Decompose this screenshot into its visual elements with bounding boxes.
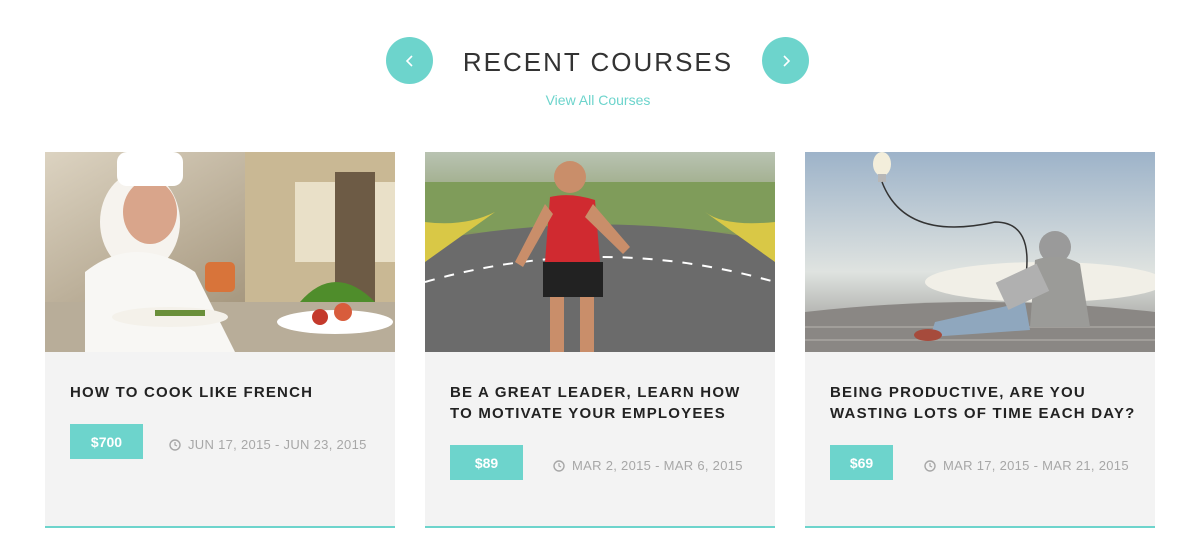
chevron-right-icon [782, 54, 790, 67]
course-card[interactable]: HOW TO COOK LIKE FRENCH $700 JUN 17, 201… [45, 152, 395, 528]
clock-icon [169, 438, 181, 451]
date-range-text: MAR 2, 2015 - MAR 6, 2015 [572, 458, 743, 473]
man-with-laptop-and-lightbulb-photo[interactable] [805, 152, 1155, 352]
clock-icon [924, 459, 936, 472]
date-range-text: MAR 17, 2015 - MAR 21, 2015 [943, 458, 1129, 473]
course-card[interactable]: BEING PRODUCTIVE, ARE YOU WASTING LOTS O… [805, 152, 1155, 528]
section-header: RECENT COURSES View All Courses [0, 37, 1196, 117]
course-dates: JUN 17, 2015 - JUN 23, 2015 [169, 437, 367, 452]
view-all-courses-link[interactable]: View All Courses [0, 92, 1196, 108]
price-badge: $89 [450, 445, 523, 480]
course-title[interactable]: BE A GREAT LEADER, LEARN HOW TO MOTIVATE… [450, 382, 760, 424]
next-courses-button[interactable] [762, 37, 809, 84]
section-title: RECENT COURSES [462, 47, 734, 77]
man-running-on-road-photo[interactable] [425, 152, 775, 352]
course-dates: MAR 17, 2015 - MAR 21, 2015 [924, 458, 1129, 473]
price-badge: $700 [70, 424, 143, 459]
course-card[interactable]: BE A GREAT LEADER, LEARN HOW TO MOTIVATE… [425, 152, 775, 528]
price-badge: $69 [830, 445, 893, 480]
clock-icon [553, 459, 565, 472]
course-title[interactable]: BEING PRODUCTIVE, ARE YOU WASTING LOTS O… [830, 382, 1140, 424]
course-dates: MAR 2, 2015 - MAR 6, 2015 [553, 458, 743, 473]
date-range-text: JUN 17, 2015 - JUN 23, 2015 [188, 437, 367, 452]
course-title[interactable]: HOW TO COOK LIKE FRENCH [70, 382, 380, 403]
chef-plating-food-photo[interactable] [45, 152, 395, 352]
